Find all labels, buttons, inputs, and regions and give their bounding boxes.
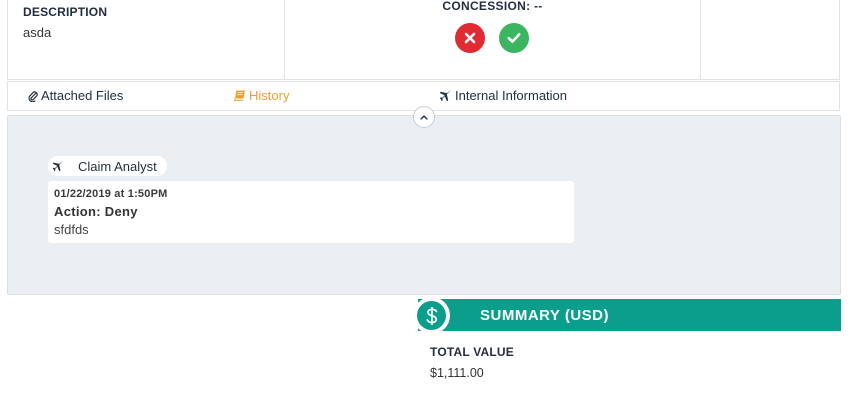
history-actor-label: Claim Analyst — [78, 158, 157, 174]
plane-icon — [48, 156, 68, 176]
check-icon — [507, 33, 521, 43]
history-actor-chip: Claim Analyst — [48, 156, 167, 176]
concession-label: CONCESSION: -- — [442, 0, 543, 13]
reject-concession-button[interactable] — [455, 23, 485, 53]
accept-concession-button[interactable] — [499, 23, 529, 53]
concession-section: CONCESSION: -- — [285, 0, 701, 79]
tab-attached-files[interactable]: Attached Files — [28, 88, 123, 103]
concession-actions — [455, 23, 529, 53]
history-entry: 01/22/2019 at 1:50PM Action: Deny sfdfds — [48, 181, 574, 243]
dollar-icon — [415, 299, 448, 332]
tab-history-label: History — [249, 88, 290, 103]
tab-internal-information[interactable]: Internal Information — [439, 88, 567, 103]
description-value: asda — [23, 25, 52, 40]
x-icon — [464, 32, 476, 44]
history-entry-action: Action: Deny — [54, 204, 138, 219]
book-icon — [234, 90, 245, 101]
chevron-up-icon — [420, 115, 428, 120]
empty-section — [701, 0, 841, 79]
tab-internal-information-label: Internal Information — [455, 88, 568, 103]
total-value-amount: $1,111.00 — [430, 366, 484, 380]
total-value-label: TOTAL VALUE — [430, 345, 514, 359]
summary-title: SUMMARY (USD) — [480, 307, 609, 324]
history-entry-date: 01/22/2019 at 1:50PM — [54, 188, 168, 200]
history-entry-note: sfdfds — [54, 222, 89, 237]
claim-info-panel: DESCRIPTION asda CONCESSION: -- — [7, 0, 840, 80]
collapse-history-button[interactable] — [413, 106, 435, 128]
paperclip-icon — [28, 90, 38, 102]
tab-attached-files-label: Attached Files — [41, 88, 124, 103]
description-label: DESCRIPTION — [23, 5, 108, 19]
tab-history[interactable]: History — [234, 88, 289, 103]
plane-icon — [439, 90, 451, 102]
description-section: DESCRIPTION asda — [8, 0, 285, 79]
